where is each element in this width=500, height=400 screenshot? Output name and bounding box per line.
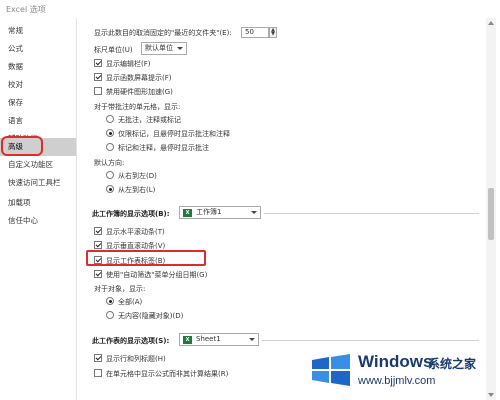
ruler-units-value: 默认单位 — [145, 44, 173, 52]
title-bar: Excel 选项 — [0, 0, 500, 18]
sidebar-item-proofing[interactable]: 校对 — [0, 76, 76, 94]
workbook-section-title: 此工作簿的显示选项(B): — [92, 210, 170, 218]
comments-indicator-label: 仅限标记，且悬停时显示批注和注释 — [118, 130, 230, 138]
show-headers-label: 显示行和列标题(H) — [106, 355, 166, 363]
direction-ltr-radio[interactable] — [106, 185, 114, 193]
disable-hw-accel-checkbox[interactable] — [94, 87, 102, 95]
group-dates-checkbox[interactable] — [94, 270, 102, 278]
comments-label: 对于带批注的单元格，显示: — [94, 103, 181, 111]
window-title: Excel 选项 — [6, 5, 46, 14]
group-dates-label: 使用"自动筛选"菜单分组日期(G) — [106, 271, 208, 279]
show-function-tips-label: 显示函数屏幕提示(F) — [106, 74, 172, 82]
show-function-tips-checkbox[interactable] — [94, 73, 102, 81]
objects-nothing-radio[interactable] — [106, 311, 114, 319]
comments-notes-radio[interactable] — [106, 143, 114, 151]
excel-sheet-icon: X — [183, 336, 192, 344]
ruler-units-select[interactable]: 默认单位 — [141, 42, 187, 55]
show-headers-checkbox[interactable] — [94, 354, 102, 362]
chevron-down-icon — [249, 338, 255, 341]
advanced-highlight-box — [1, 136, 43, 156]
objects-nothing-label: 无内容(隐藏对象)(D) — [118, 312, 184, 320]
sidebar-item-data[interactable]: 数据 — [0, 58, 76, 76]
sidebar-item-quick-access-toolbar[interactable]: 快速访问工具栏 — [0, 174, 76, 192]
section-divider — [264, 213, 479, 214]
sidebar-item-general[interactable]: 常规 — [0, 22, 76, 40]
show-hscroll-label: 显示水平滚动条(T) — [106, 228, 165, 236]
comments-none-label: 无批注，注释或标记 — [118, 116, 181, 124]
objects-label: 对于对象，显示: — [94, 285, 146, 293]
watermark: Windows 系统之家 www.bjjmlv.com — [310, 346, 496, 396]
show-formula-bar-checkbox[interactable] — [94, 59, 102, 67]
recent-folders-label: 显示此数目的取消固定的"最近的文件夹"(E): — [94, 29, 232, 37]
show-hscroll-checkbox[interactable] — [94, 227, 102, 235]
workbook-select-value: 工作簿1 — [196, 208, 222, 216]
show-vscroll-checkbox[interactable] — [94, 241, 102, 249]
comments-indicator-radio[interactable] — [106, 129, 114, 137]
watermark-brand: Windows — [358, 352, 433, 371]
direction-rtl-radio[interactable] — [106, 171, 114, 179]
scroll-up-arrow-icon[interactable] — [488, 21, 494, 25]
worksheet-section-title: 此工作表的显示选项(S): — [92, 337, 170, 345]
comments-notes-label: 标记和注释，悬停时显示批注 — [118, 144, 209, 152]
windows-logo-icon — [312, 354, 350, 386]
direction-label: 默认方向: — [94, 159, 125, 167]
watermark-url: www.bjjmlv.com — [358, 375, 436, 387]
chevron-down-icon — [251, 211, 257, 214]
vertical-scrollbar[interactable] — [486, 18, 496, 400]
scrollbar-thumb[interactable] — [488, 188, 494, 240]
sidebar: 常规 公式 数据 校对 保存 语言 辅助功能 高级 自定义功能区 快速访问工具栏… — [0, 18, 77, 400]
disable-hw-accel-label: 禁用硬件图形加速(G) — [106, 88, 173, 96]
options-content: 显示此数目的取消固定的"最近的文件夹"(E): 50 ▲ ▼ 标尺单位(U) 默认… — [78, 18, 486, 400]
chevron-down-icon — [177, 47, 183, 50]
sidebar-item-trust-center[interactable]: 信任中心 — [0, 212, 76, 230]
sidebar-item-customize-ribbon[interactable]: 自定义功能区 — [0, 156, 76, 174]
sidebar-item-formulas[interactable]: 公式 — [0, 40, 76, 58]
recent-folders-spinner[interactable]: ▲ ▼ — [269, 27, 277, 38]
objects-all-label: 全部(A) — [118, 298, 143, 306]
sidebar-item-save[interactable]: 保存 — [0, 94, 76, 112]
sheet-select-value: Sheet1 — [196, 335, 221, 343]
section-divider — [262, 340, 479, 341]
workbook-select[interactable]: X 工作簿1 — [179, 206, 261, 219]
direction-ltr-label: 从左到右(L) — [118, 186, 156, 194]
sheet-tabs-highlight-box — [86, 250, 206, 266]
recent-folders-input[interactable]: 50 — [241, 27, 269, 38]
sidebar-item-language[interactable]: 语言 — [0, 112, 76, 130]
show-formula-bar-label: 显示编辑栏(F) — [106, 60, 151, 68]
excel-workbook-icon: X — [183, 209, 192, 217]
objects-all-radio[interactable] — [106, 297, 114, 305]
direction-rtl-label: 从右到左(D) — [118, 172, 157, 180]
sidebar-item-add-ins[interactable]: 加载项 — [0, 194, 76, 212]
comments-none-radio[interactable] — [106, 115, 114, 123]
sheet-select[interactable]: X Sheet1 — [179, 333, 259, 346]
show-formulas-checkbox[interactable] — [94, 369, 102, 377]
ruler-units-label: 标尺单位(U) — [94, 46, 133, 54]
watermark-brand-sub: 系统之家 — [428, 357, 477, 371]
show-formulas-label: 在单元格中显示公式而非其计算结果(R) — [106, 370, 229, 378]
